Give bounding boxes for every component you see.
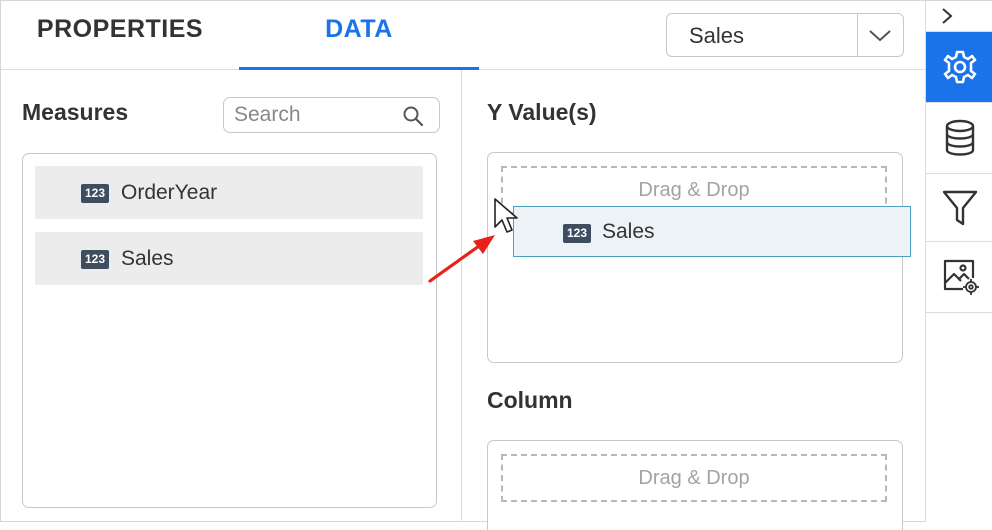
y-values-title: Y Value(s) [487,99,597,125]
measure-item-label: OrderYear [121,181,218,204]
filter-icon [942,190,978,226]
data-panel: PROPERTIES DATA Sales Measures 123 Order… [0,0,992,530]
numeric-type-icon: 123 [81,250,109,269]
measure-item-label: Sales [121,247,174,270]
mouse-cursor-icon [494,198,518,233]
search-input[interactable] [234,100,394,130]
measures-title: Measures [22,99,129,125]
measure-item-sales[interactable]: 123 Sales [35,232,423,285]
measures-list: 123 OrderYear 123 Sales [22,153,437,508]
column-drop-target[interactable]: Drag & Drop [501,454,887,502]
chevron-right-icon [942,8,953,24]
drag-ghost-sales: 123 Sales [513,206,911,257]
database-icon [945,119,975,156]
widget-select-value: Sales [689,23,745,48]
y-values-drop-zone[interactable]: Drag & Drop [487,152,903,363]
numeric-type-icon: 123 [563,224,591,243]
column-drop-zone[interactable]: Drag & Drop [487,440,903,530]
widget-select-dropdown[interactable]: Sales [666,13,904,57]
tab-properties[interactable]: PROPERTIES [1,1,239,67]
drag-ghost-label: Sales [602,220,655,243]
data-source-button[interactable] [926,103,992,174]
column-title: Column [487,387,573,413]
chevron-down-icon[interactable] [866,24,894,46]
numeric-type-icon: 123 [81,184,109,203]
search-icon[interactable] [402,105,424,127]
measure-item-orderyear[interactable]: 123 OrderYear [35,166,423,219]
side-toolbar [925,1,992,522]
pane-divider [461,70,462,522]
image-settings-button[interactable] [926,242,992,313]
widget-select-divider [857,14,858,56]
filter-button[interactable] [926,174,992,242]
properties-settings-button[interactable] [926,32,992,103]
tab-data[interactable]: DATA [239,1,479,70]
search-box[interactable] [223,97,440,133]
image-settings-icon [943,259,979,295]
panel-tab-bar: PROPERTIES DATA Sales [1,1,925,70]
gear-icon [943,50,977,84]
collapse-panel-button[interactable] [926,1,992,32]
